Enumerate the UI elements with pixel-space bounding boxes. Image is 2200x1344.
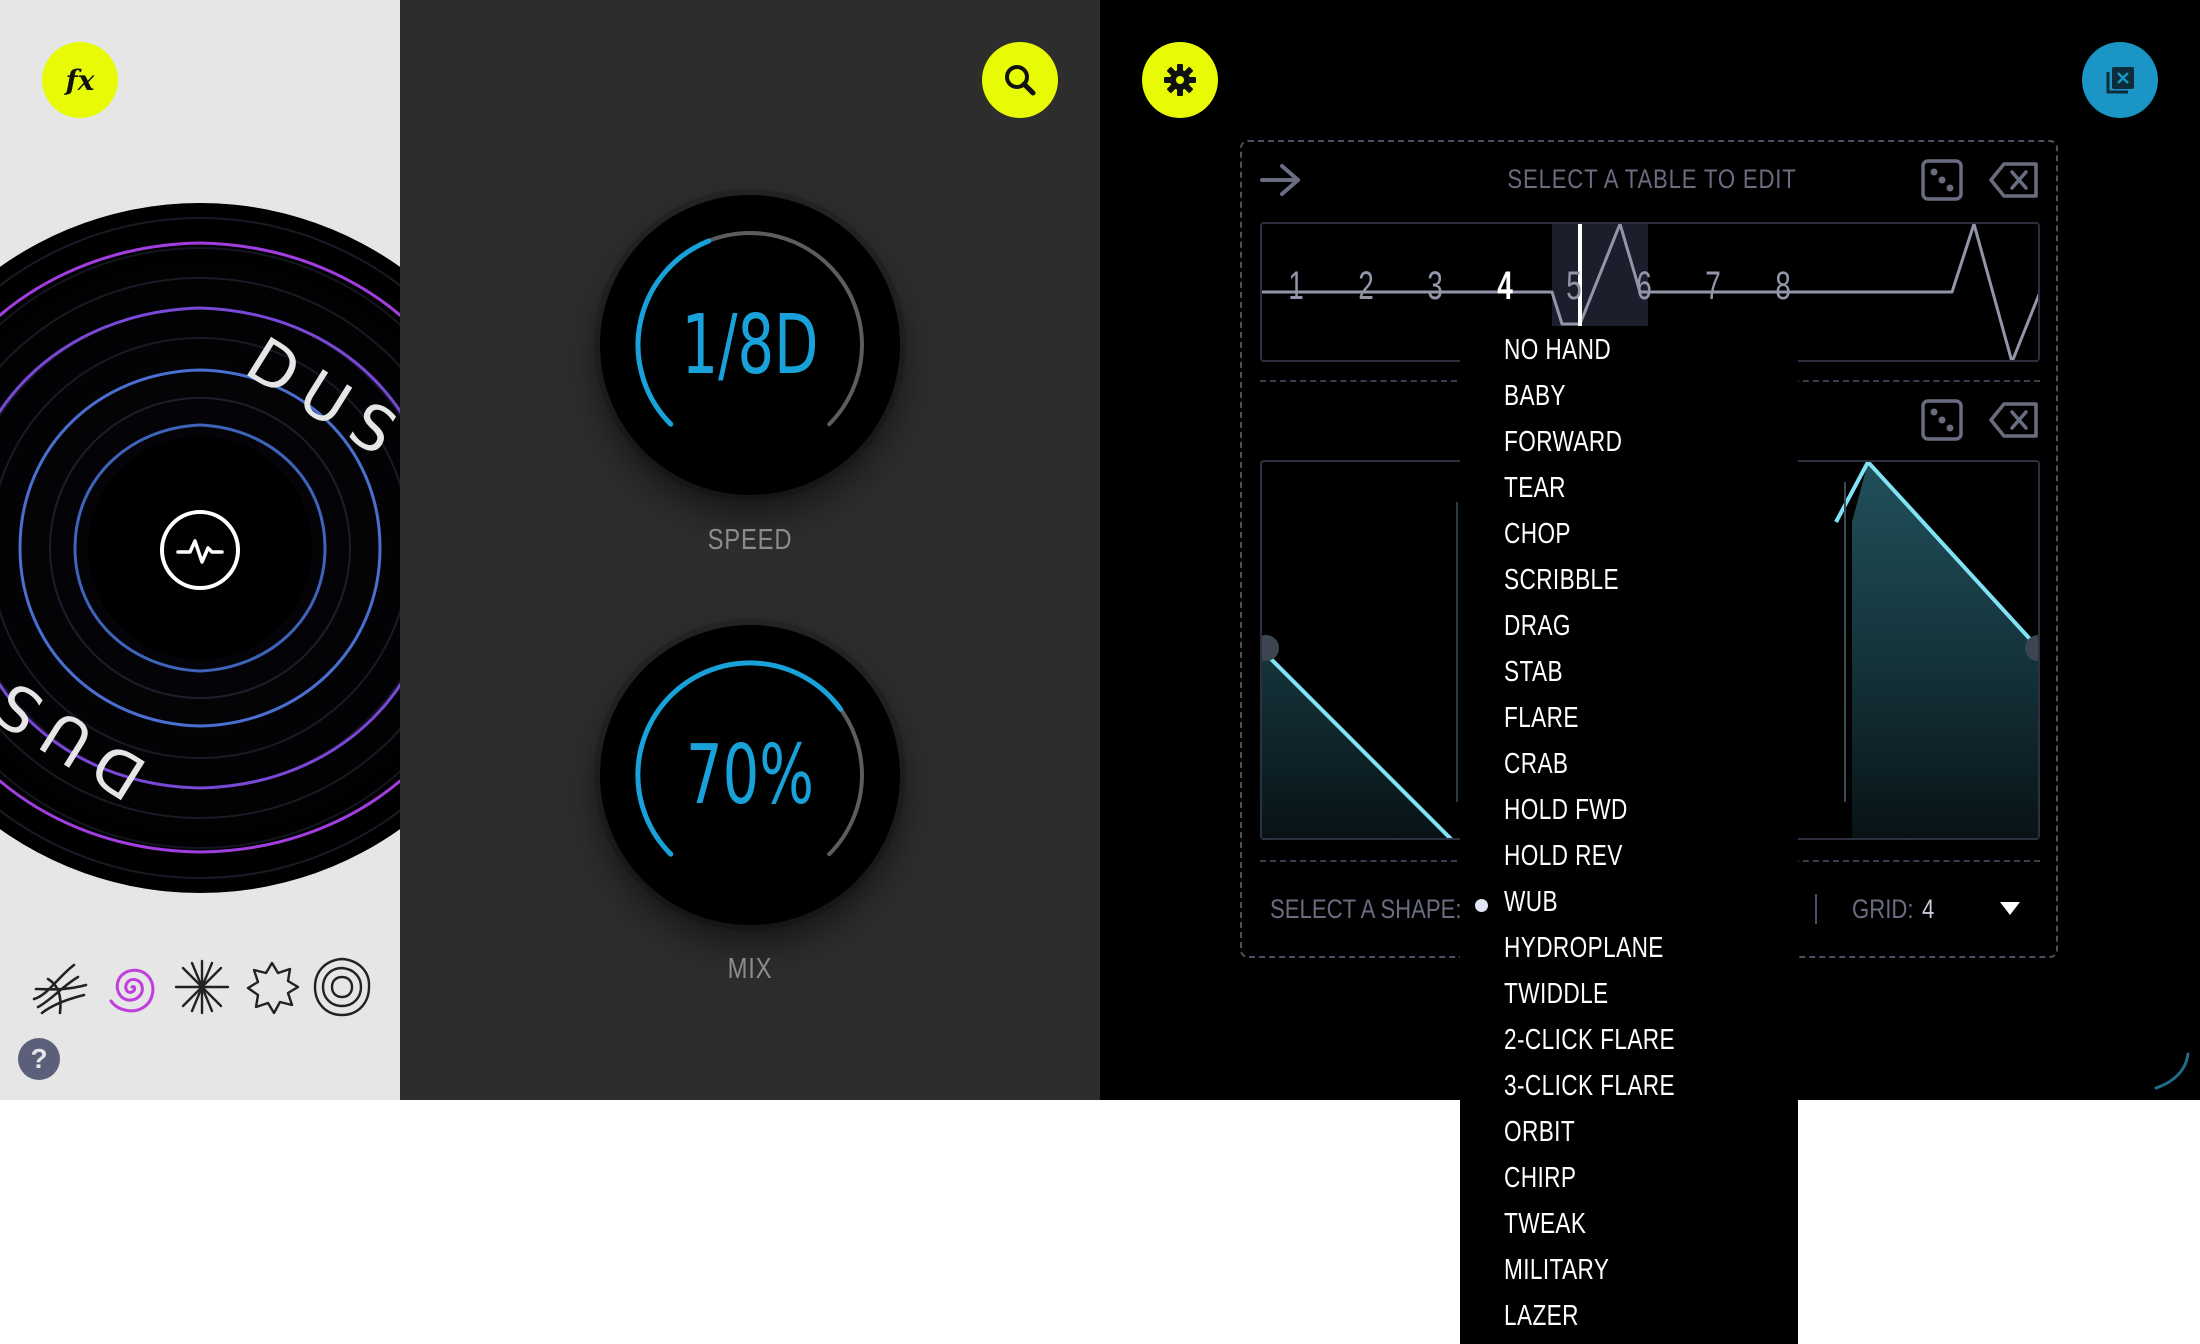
fx-label: fx	[65, 63, 95, 97]
search-icon	[1005, 65, 1036, 96]
help-label: ?	[30, 1043, 48, 1074]
shape-option[interactable]: ORBIT	[1504, 1116, 1575, 1156]
resize-handle[interactable]	[2152, 1052, 2192, 1092]
grid-value[interactable]: 4	[1922, 894, 1934, 925]
library-icon	[2106, 67, 2134, 94]
speed-knob[interactable]: 1/8D	[600, 195, 900, 495]
settings-button[interactable]	[1142, 42, 1218, 118]
shape-option[interactable]: DRAG	[1504, 610, 1571, 650]
effect-panel: DUST DUST fx ?	[0, 0, 400, 1100]
shape-option[interactable]: MILITARY	[1504, 1254, 1609, 1294]
mix-label: MIX	[727, 953, 773, 985]
burst-shape-icon[interactable]	[170, 955, 234, 1019]
mix-value: 70%	[686, 727, 814, 823]
table-number[interactable]: 1	[1282, 264, 1310, 309]
tangle-shape-icon[interactable]	[28, 955, 92, 1019]
editor-title: SELECT A TABLE TO EDIT	[1507, 164, 1797, 194]
shape-option[interactable]: TEAR	[1504, 472, 1566, 512]
selected-bullet-icon	[1475, 899, 1488, 912]
gear-icon	[1164, 64, 1196, 96]
table-number[interactable]: 3	[1421, 264, 1449, 309]
shape-option[interactable]: WUB	[1504, 886, 1558, 926]
shape-option[interactable]: 2-CLICK FLARE	[1504, 1024, 1675, 1064]
spiral-shape-icon[interactable]	[100, 955, 164, 1019]
shape-option[interactable]: TWIDDLE	[1504, 978, 1609, 1018]
speed-value: 1/8D	[681, 297, 819, 393]
grid-dropdown-caret[interactable]	[2000, 902, 2020, 915]
select-shape-label: SELECT A SHAPE:	[1270, 894, 1462, 924]
shape-option[interactable]: FORWARD	[1504, 426, 1622, 466]
search-button[interactable]	[982, 42, 1058, 118]
shape-option[interactable]: LAZER	[1504, 1300, 1579, 1340]
shape-option[interactable]: BABY	[1504, 380, 1566, 420]
leaf-shape-icon[interactable]	[240, 955, 304, 1019]
pulse-button[interactable]	[160, 510, 240, 590]
shape-option[interactable]: TWEAK	[1504, 1208, 1586, 1248]
shape-option[interactable]: HOLD REV	[1504, 840, 1623, 880]
shape-option[interactable]: CHOP	[1504, 518, 1571, 558]
arrow-right-icon[interactable]	[1258, 160, 1304, 200]
shape-option[interactable]: 3-CLICK FLARE	[1504, 1070, 1675, 1110]
dice-icon[interactable]	[1920, 158, 1964, 202]
shape-option[interactable]: HOLD FWD	[1504, 794, 1628, 834]
table-number[interactable]: 6	[1630, 264, 1658, 309]
table-number[interactable]: 5	[1560, 264, 1588, 309]
backspace-clear-icon[interactable]	[1988, 160, 2040, 200]
grid-label: GRID:	[1852, 894, 1914, 924]
library-button[interactable]	[2082, 42, 2158, 118]
mix-knob[interactable]: 70%	[600, 625, 900, 925]
shape-option[interactable]: NO HAND	[1504, 334, 1611, 374]
grid-divider	[1815, 894, 1817, 924]
shape-option[interactable]: SCRIBBLE	[1504, 564, 1619, 604]
table-number[interactable]: 4	[1491, 264, 1519, 309]
shape-option[interactable]: CRAB	[1504, 748, 1568, 788]
shape-option[interactable]: FLARE	[1504, 702, 1579, 742]
ripple-shape-icon[interactable]	[310, 955, 374, 1019]
shape-option[interactable]: CHIRP	[1504, 1162, 1576, 1202]
dice-icon[interactable]	[1920, 398, 1964, 442]
shape-option[interactable]: STAB	[1504, 656, 1563, 696]
shape-option[interactable]: HYDROPLANE	[1504, 932, 1664, 972]
shape-selector	[24, 955, 384, 1025]
speed-label: SPEED	[707, 524, 793, 556]
help-button[interactable]: ?	[18, 1038, 60, 1080]
table-number[interactable]: 2	[1352, 264, 1380, 309]
table-number[interactable]: 7	[1699, 264, 1727, 309]
shape-dropdown: NO HAND BABY FORWARD TEAR CHOP SCRIBBLE DRAG ST…	[1460, 326, 1798, 1344]
knob-panel: 1/8D SPEED 70% MIX	[400, 0, 1100, 1100]
fx-button[interactable]: fx	[42, 42, 118, 118]
pulse-icon	[176, 539, 224, 564]
backspace-clear-icon[interactable]	[1988, 400, 2040, 440]
table-number[interactable]: 8	[1769, 264, 1797, 309]
